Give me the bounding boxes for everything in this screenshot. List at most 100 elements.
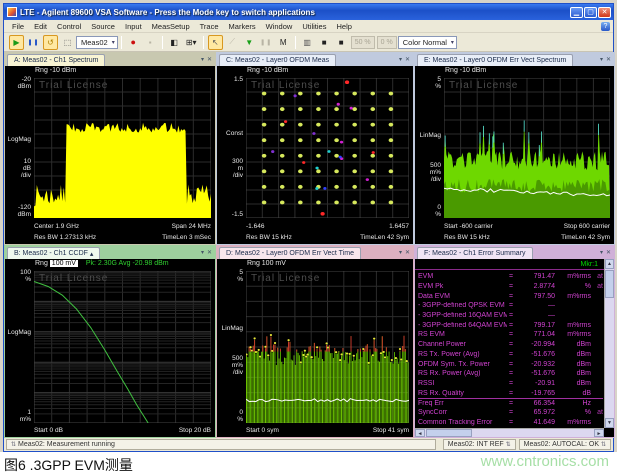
menu-source[interactable]: Source — [86, 21, 120, 32]
slope-marker-button[interactable]: ⟋ — [225, 35, 240, 50]
menu-help[interactable]: Help — [331, 21, 356, 32]
restart-button[interactable]: ↺ — [43, 35, 58, 50]
scroll-down-icon[interactable]: ▼ — [605, 418, 614, 428]
panel-c-tab-bar: C: Meas02 - Layer0 OFDM Meas ▾ ✕ — [217, 53, 413, 66]
grid-layout-button[interactable]: ⊞▾ — [184, 35, 199, 50]
chevron-down-icon: ▾ — [193, 38, 197, 47]
menu-meassetup[interactable]: MeasSetup — [147, 21, 195, 32]
single-layout-icon: ◧ — [170, 38, 178, 47]
single-layout-button[interactable]: ◧ — [167, 35, 182, 50]
maximize-button[interactable]: ▢ — [584, 7, 597, 18]
vertical-scrollbar[interactable]: ▲ ▼ — [604, 259, 614, 428]
panel-menu-icon[interactable]: ▾ — [201, 249, 204, 256]
display-1-button[interactable]: ■ — [317, 35, 332, 50]
color-mode-select[interactable]: Color Normal▾ — [398, 36, 457, 49]
band-marker-button[interactable]: ❚❚ — [259, 35, 274, 50]
menu-control[interactable]: Control — [52, 21, 86, 32]
measurement-status: ⇅ Meas02: Measurement running — [6, 439, 436, 450]
panel-b-tab[interactable]: B: Meas02 - Ch1 CCDF ▴ — [7, 247, 100, 259]
help-icon[interactable]: ? — [601, 22, 610, 31]
summary-row: Data EVM=797.50m%rms — [418, 291, 603, 301]
display-2-button[interactable]: ■ — [334, 35, 349, 50]
constellation-trace — [246, 78, 409, 218]
app-icon — [7, 7, 17, 17]
spectrum-trace — [34, 78, 211, 218]
zoom-50-box[interactable]: 50 % — [351, 36, 375, 49]
minimize-button[interactable]: ▁ — [570, 7, 583, 18]
panel-close-icon[interactable]: ✕ — [207, 56, 212, 63]
summary-row: RS Rx. Quality=-19.765dB — [418, 388, 603, 398]
panel-menu-icon[interactable]: ▾ — [600, 56, 603, 63]
panel-close-icon[interactable]: ✕ — [405, 249, 410, 256]
spin-icon[interactable]: ⇅ — [11, 441, 16, 448]
panel-f-tab-bar: F: Meas02 - Ch1 Error Summary ▾ ✕ — [415, 246, 614, 259]
panel-menu-icon[interactable]: ▾ — [201, 56, 204, 63]
menu-markers[interactable]: Markers — [224, 21, 261, 32]
summary-row: Freq Err=66.354Hz — [418, 398, 603, 408]
panel-close-icon[interactable]: ✕ — [606, 56, 611, 63]
record-button[interactable]: ● — [126, 35, 141, 50]
pointer-icon: ↖ — [212, 38, 219, 47]
panel-menu-icon[interactable]: ▾ — [600, 249, 603, 256]
scroll-right-icon[interactable]: ► — [594, 429, 604, 437]
panel-c-tab[interactable]: C: Meas02 - Layer0 OFDM Meas — [219, 54, 336, 66]
slope-marker-icon: ⟋ — [229, 37, 235, 47]
menu-input[interactable]: Input — [120, 21, 147, 32]
selection-icon: ⬚ — [64, 38, 72, 47]
panel-a-spectrum: A: Meas02 - Ch1 Spectrum ▾ ✕ Rng -10 dBm… — [4, 52, 216, 245]
horizontal-scrollbar[interactable]: ◄ ► — [415, 428, 604, 437]
recording-playback-button[interactable]: ▪ — [143, 35, 158, 50]
panel-a-tab[interactable]: A: Meas02 - Ch1 Spectrum — [7, 54, 105, 66]
marker-down-icon: ▼ — [245, 38, 253, 47]
measurement-select[interactable]: Meas02▾ — [76, 36, 118, 49]
marker-m-icon: M — [280, 38, 287, 47]
panel-f-tab[interactable]: F: Meas02 - Ch1 Error Summary — [417, 247, 533, 259]
trial-license-watermark: Trial License — [39, 273, 108, 284]
color-bars-icon: ▥ — [303, 38, 311, 47]
site-watermark: www.cntronics.com — [481, 453, 609, 470]
band-marker-icon: ❚❚ — [260, 39, 272, 46]
panel-d-tab[interactable]: D: Meas02 - Layer0 OFDM Err Vect Time — [219, 247, 361, 259]
panel-close-icon[interactable]: ✕ — [207, 249, 212, 256]
panel-d-err-vect-time: D: Meas02 - Layer0 OFDM Err Vect Time ▾ … — [216, 245, 414, 438]
err-vect-spectrum-trace — [444, 78, 610, 218]
panel-close-icon[interactable]: ✕ — [606, 249, 611, 256]
selection-tool-button[interactable]: ⬚ — [60, 35, 75, 50]
panel-menu-icon[interactable]: ▾ — [399, 249, 402, 256]
menu-bar: File Edit Control Source Input MeasSetup… — [4, 20, 613, 33]
summary-row: RS Rx. Power (Avg)=-51.676dBm — [418, 369, 603, 379]
menu-utilities[interactable]: Utilities — [297, 21, 331, 32]
scroll-left-icon[interactable]: ◄ — [415, 429, 425, 437]
tab-up-icon: ▴ — [90, 250, 94, 258]
close-button[interactable]: ✕ — [598, 7, 611, 18]
summary-row: SyncCorr=65.972%at — [418, 408, 603, 418]
panel-e-tab[interactable]: E: Meas02 - Layer0 OFDM Err Vect Spectru… — [417, 54, 573, 66]
menu-window[interactable]: Window — [261, 21, 298, 32]
marker-down-button[interactable]: ▼ — [242, 35, 257, 50]
trace-grid: A: Meas02 - Ch1 Spectrum ▾ ✕ Rng -10 dBm… — [4, 52, 613, 438]
panel-d-tab-bar: D: Meas02 - Layer0 OFDM Err Vect Time ▾ … — [217, 246, 413, 259]
panel-menu-icon[interactable]: ▾ — [399, 56, 402, 63]
menu-file[interactable]: File — [7, 21, 29, 32]
autocal-status[interactable]: Meas02: AUTOCAL: OK ⇅ — [519, 439, 611, 450]
zoom-0-box[interactable]: 0 % — [377, 36, 397, 49]
play-button[interactable]: ▶ — [9, 35, 24, 50]
reference-status[interactable]: Meas02: INT REF ⇅ — [443, 439, 516, 450]
restart-icon: ↺ — [47, 38, 54, 47]
color-bars-button[interactable]: ▥ — [300, 35, 315, 50]
scrollbar-thumb[interactable] — [426, 429, 472, 437]
range-readout: Rng -10 dBm — [247, 67, 409, 74]
scroll-up-icon[interactable]: ▲ — [605, 259, 614, 269]
pointer-tool-button[interactable]: ↖ — [208, 35, 223, 50]
range-value-highlight[interactable]: 100 mV — [50, 260, 78, 267]
pause-button[interactable]: ❚❚ — [26, 35, 41, 50]
panel-close-icon[interactable]: ✕ — [405, 56, 410, 63]
scrollbar-thumb[interactable] — [605, 270, 614, 298]
summary-row: EVM Pk=2.8774%at — [418, 282, 603, 292]
range-readout: Rng -10 dBm — [445, 67, 610, 74]
menu-trace[interactable]: Trace — [195, 21, 224, 32]
marker-m-button[interactable]: M — [276, 35, 291, 50]
trial-license-watermark: Trial License — [39, 80, 108, 91]
menu-edit[interactable]: Edit — [29, 21, 52, 32]
panel-e-tab-bar: E: Meas02 - Layer0 OFDM Err Vect Spectru… — [415, 53, 614, 66]
